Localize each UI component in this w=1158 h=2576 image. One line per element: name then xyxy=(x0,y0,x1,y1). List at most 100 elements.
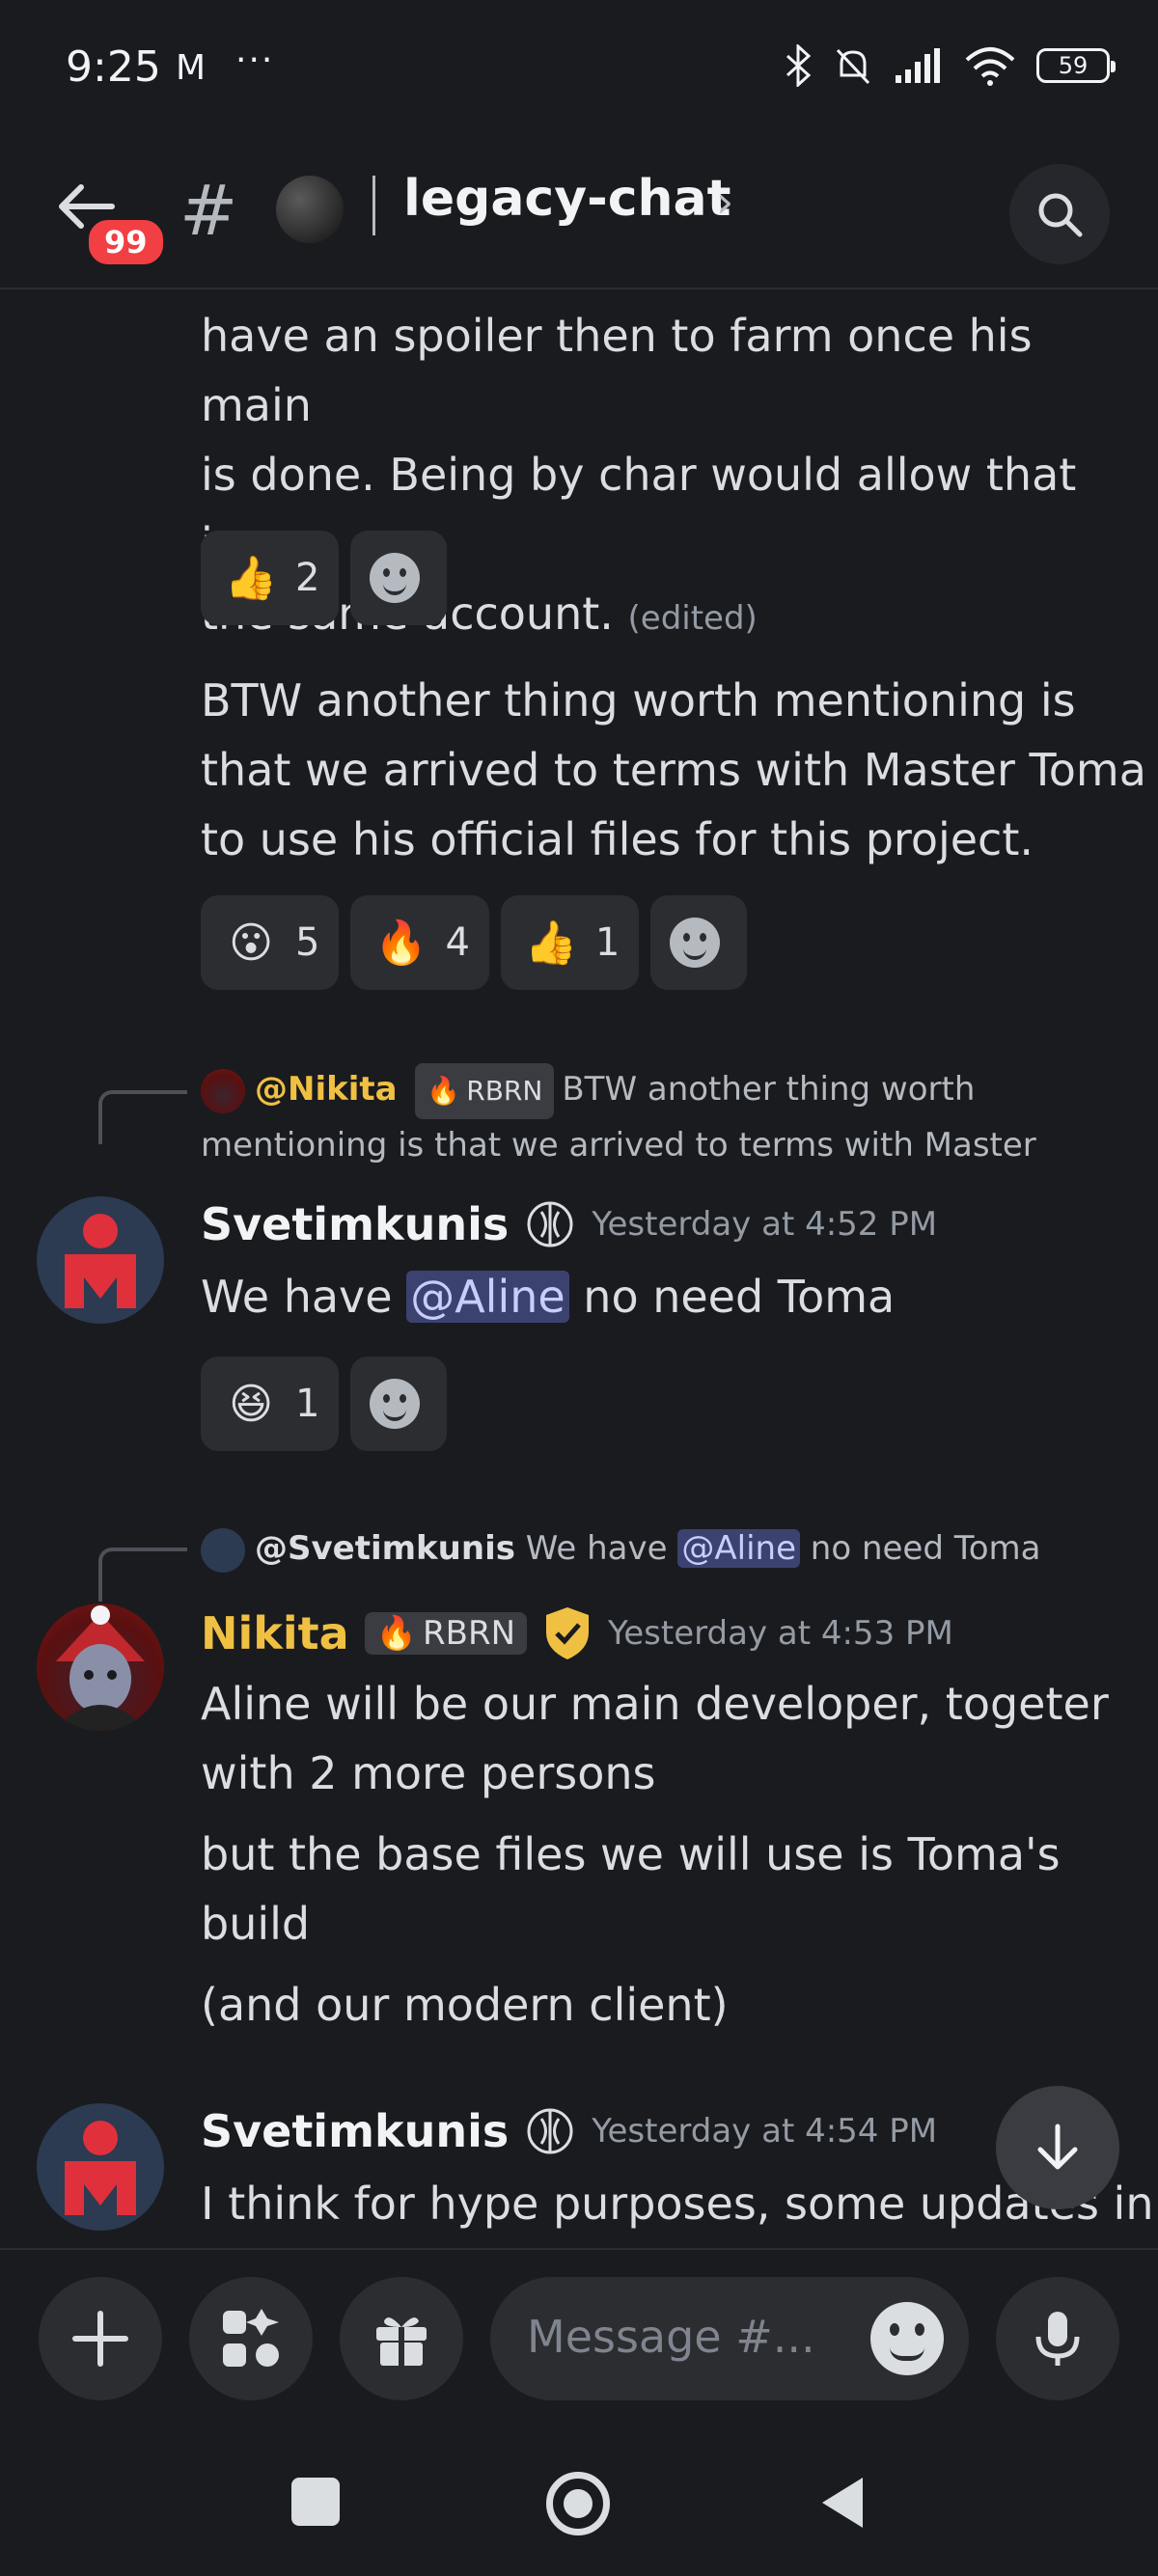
add-reaction-button[interactable] xyxy=(350,531,448,625)
reply-preview[interactable]: @Svetimkunis We have @Aline no need Toma xyxy=(201,1522,1146,1575)
search-icon xyxy=(1038,193,1083,237)
laughing-face-icon: 😆 xyxy=(229,1379,273,1429)
black-circle-icon xyxy=(276,176,344,243)
apps-icon xyxy=(223,2309,279,2367)
message-line: to use his official files for this proje… xyxy=(201,813,1034,865)
message-text-part: We have xyxy=(201,1271,407,1323)
message-header: Svetimkunis Yesterday at 4:52 PM xyxy=(201,1198,937,1250)
home-dot-icon xyxy=(564,2489,593,2518)
message-line: Aline will be our main developer, togete… xyxy=(201,1678,1109,1730)
add-reaction-button[interactable] xyxy=(350,1357,448,1451)
add-reaction-icon xyxy=(670,918,721,968)
ironman-logo-icon xyxy=(65,2121,136,2215)
reactions-row: 😆 1 xyxy=(201,1357,448,1451)
battery-level: 59 xyxy=(1058,52,1089,79)
reply-author[interactable]: @Nikita xyxy=(255,1070,398,1109)
ironman-logo-icon xyxy=(65,1214,136,1308)
thumbs-up-icon: 👍 xyxy=(224,554,278,603)
role-tag: 🔥 RBRN xyxy=(364,1612,528,1655)
unread-badge: 99 xyxy=(85,216,167,268)
role-tag: 🔥 RBRN xyxy=(415,1063,555,1119)
status-bar: 9:25 M ··· 59 xyxy=(0,0,1158,135)
channel-hash-icon: # xyxy=(179,170,238,251)
avatar[interactable] xyxy=(37,1196,164,1324)
message-list[interactable]: have an spoiler then to farm once his ma… xyxy=(0,291,1158,2248)
reply-avatar xyxy=(201,1068,245,1113)
gift-button[interactable] xyxy=(340,2277,463,2400)
message-timestamp: Yesterday at 4:53 PM xyxy=(608,1614,953,1653)
reply-text: mentioning is that we arrived to terms w… xyxy=(201,1126,1036,1165)
reply-author[interactable]: @Svetimkunis xyxy=(255,1529,515,1568)
author-name[interactable]: Svetimkunis xyxy=(201,1198,509,1250)
message-text: We have @Aline no need Toma xyxy=(201,1262,895,1331)
system-nav-bar xyxy=(0,2433,1158,2576)
message-header: Svetimkunis Yesterday at 4:54 PM xyxy=(201,2105,937,2157)
avatar[interactable] xyxy=(37,1603,164,1731)
reaction-count: 1 xyxy=(295,1382,320,1426)
reaction-thumbs-up[interactable]: 👍 1 xyxy=(500,895,640,990)
reactions-row: 👍 2 xyxy=(201,531,448,625)
message-line: with 2 more persons xyxy=(201,1747,656,1799)
surprised-face-icon: 😮 xyxy=(229,918,273,968)
edited-label: (edited) xyxy=(627,599,758,638)
reply-text: We have xyxy=(525,1529,678,1568)
author-name[interactable]: Nikita xyxy=(201,1607,349,1659)
clan-badge-icon xyxy=(527,2108,573,2154)
message-body: BTW another thing worth mentioning is th… xyxy=(201,666,1146,874)
reaction-count: 4 xyxy=(445,920,470,965)
message-line: build xyxy=(201,1898,311,1950)
add-reaction-button[interactable] xyxy=(650,895,748,990)
fire-icon: 🔥 xyxy=(374,918,427,968)
reaction-fire[interactable]: 🔥 4 xyxy=(350,895,489,990)
message-input[interactable] xyxy=(527,2306,845,2368)
reply-preview[interactable]: @Nikita 🔥 RBRN BTW another thing worth men… xyxy=(201,1063,1146,1171)
fire-icon: 🔥 xyxy=(427,1075,461,1107)
author-name[interactable]: Svetimkunis xyxy=(201,2105,509,2157)
reply-connector xyxy=(98,1090,187,1144)
message-line: that we arrived to terms with Master Tom… xyxy=(201,744,1146,796)
back-triangle-icon[interactable] xyxy=(816,2474,867,2532)
channel-header: 99 # legacy-chat › xyxy=(0,135,1158,289)
chevron-right-icon[interactable]: › xyxy=(716,176,733,228)
reaction-count: 5 xyxy=(295,920,320,965)
message-input-field[interactable] xyxy=(490,2277,969,2400)
verified-shield-icon xyxy=(546,1607,590,1659)
message-line: BTW another thing worth mentioning is xyxy=(201,674,1076,726)
reaction-open-mouth[interactable]: 😮 5 xyxy=(201,895,340,990)
thumbs-up-icon: 👍 xyxy=(524,918,578,968)
apps-button[interactable] xyxy=(189,2277,313,2400)
attach-button[interactable] xyxy=(39,2277,162,2400)
user-mention[interactable]: @Aline xyxy=(406,1271,569,1323)
reply-connector xyxy=(98,1548,187,1602)
home-button[interactable] xyxy=(546,2472,610,2535)
avatar[interactable] xyxy=(37,2103,164,2231)
role-label: RBRN xyxy=(423,1614,516,1653)
jump-to-latest-button[interactable] xyxy=(996,2086,1119,2209)
reaction-thumbs-up[interactable]: 👍 2 xyxy=(201,531,340,625)
reaction-laughing[interactable]: 😆 1 xyxy=(201,1357,340,1451)
message-line: but the base files we will use is Toma's xyxy=(201,1828,1061,1880)
battery-icon: 59 xyxy=(1036,48,1116,83)
search-button[interactable] xyxy=(1009,164,1110,264)
reaction-count: 1 xyxy=(594,920,620,965)
gift-icon xyxy=(376,2317,427,2366)
reactions-row: 😮 5 🔥 4 👍 1 xyxy=(201,895,748,990)
role-label: RBRN xyxy=(466,1075,543,1107)
bluetooth-icon xyxy=(786,44,812,87)
nikita-avatar-image xyxy=(56,1605,145,1731)
emoji-icon xyxy=(870,2302,944,2375)
channel-title[interactable]: legacy-chat xyxy=(403,170,731,228)
message-text-part: no need Toma xyxy=(568,1271,896,1323)
gmail-icon: M xyxy=(176,48,207,88)
reply-line: @Nikita 🔥 RBRN BTW another thing worth xyxy=(201,1063,1146,1119)
reply-text: BTW another thing worth xyxy=(562,1070,976,1109)
message-line: have an spoiler then to farm once his ma… xyxy=(201,310,1033,431)
clan-badge-icon xyxy=(527,1201,573,1247)
signal-icon xyxy=(896,48,940,83)
recent-apps-button[interactable] xyxy=(291,2478,340,2526)
add-reaction-icon xyxy=(370,1379,421,1429)
voice-message-button[interactable] xyxy=(996,2277,1119,2400)
emoji-picker-button[interactable] xyxy=(870,2302,944,2375)
reply-avatar xyxy=(201,1527,245,1573)
user-mention[interactable]: @Aline xyxy=(677,1529,800,1568)
